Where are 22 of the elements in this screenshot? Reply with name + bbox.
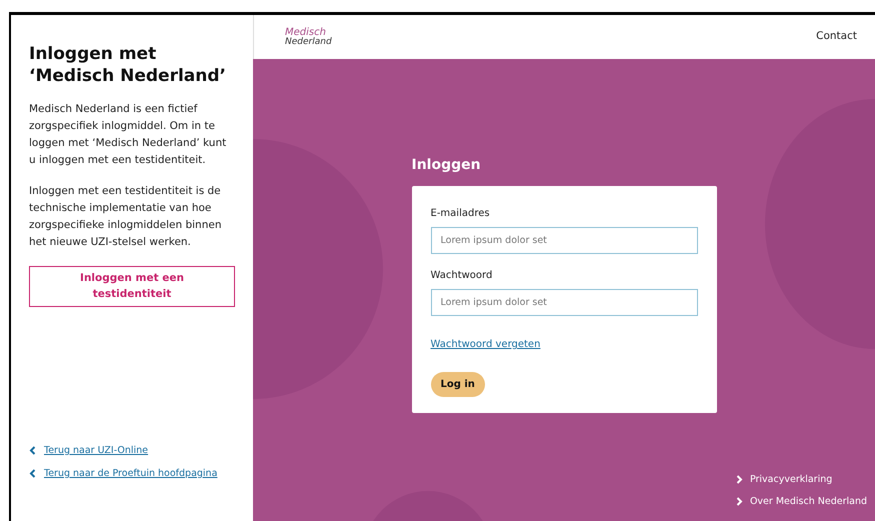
forgot-password-link[interactable]: Wachtwoord vergeten xyxy=(430,337,540,352)
logo-text: Medisch xyxy=(285,26,326,38)
logo-text: Nederland xyxy=(285,38,332,48)
paragraph: Inloggen met een testidentiteit is de technische implementatie van hoe zorgspecifieke inlogmiddelen binnen het nieuwe UZI-stelsel werken. xyxy=(29,184,222,250)
chevron-left-icon xyxy=(29,468,36,478)
chevron-right-icon xyxy=(736,475,743,484)
input-field[interactable]: Lorem ipsum dolor set xyxy=(430,227,698,254)
login-button[interactable]: Log in xyxy=(430,372,485,397)
field-label: Wachtwoord xyxy=(430,269,494,283)
nav-link[interactable]: Contact xyxy=(816,29,857,45)
footer-link[interactable]: Over Medisch Nederland xyxy=(736,494,867,509)
page-heading: Inloggen met ‘Medisch Nederland’ xyxy=(29,43,227,88)
paragraph: Medisch Nederland is een fictief zorgspecifiek inlogmiddel. Om in te loggen met ‘Medisch Nederland’ kunt u inloggen met een testidentiteit. xyxy=(29,102,228,168)
login-heading: Inloggen xyxy=(412,156,482,175)
chevron-left-icon xyxy=(29,446,36,455)
input-field[interactable]: Lorem ipsum dolor set xyxy=(430,289,698,316)
field-label: E-mailadres xyxy=(430,207,491,221)
test-identity-button[interactable]: Inloggen met een testidentiteit xyxy=(29,266,235,308)
chevron-right-icon xyxy=(736,497,743,506)
back-link[interactable]: Terug naar UZI-Online xyxy=(44,442,148,458)
back-link[interactable]: Terug naar de Proeftuin hoofdpagina xyxy=(44,466,218,481)
footer-link[interactable]: Privacyverklaring xyxy=(736,472,867,487)
